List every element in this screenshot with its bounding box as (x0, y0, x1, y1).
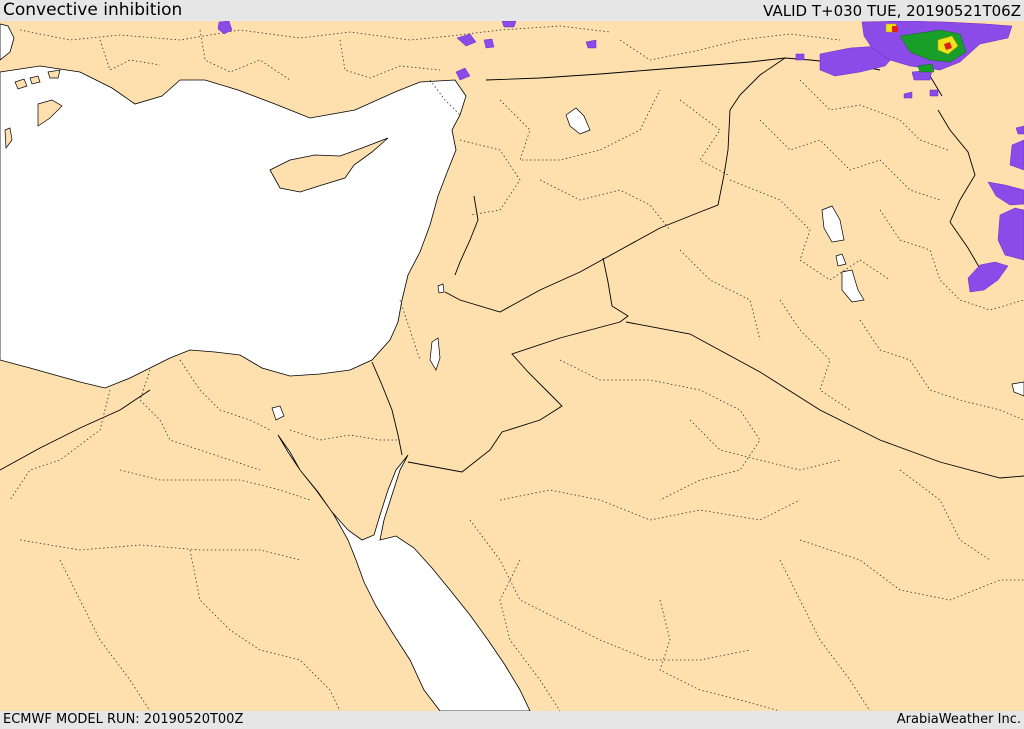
model-run: ECMWF MODEL RUN: 20190520T00Z (3, 712, 244, 727)
header-bar: Convective inhibition VALID T+030 TUE, 2… (0, 0, 1024, 21)
weather-map (0, 21, 1024, 711)
credit: ArabiaWeather Inc. (896, 712, 1021, 727)
sea-of-galilee (437, 283, 445, 294)
footer-bar: ECMWF MODEL RUN: 20190520T00Z ArabiaWeat… (0, 711, 1024, 729)
valid-time: VALID T+030 TUE, 20190521T06Z (763, 2, 1021, 20)
map-title: Convective inhibition (3, 0, 183, 20)
